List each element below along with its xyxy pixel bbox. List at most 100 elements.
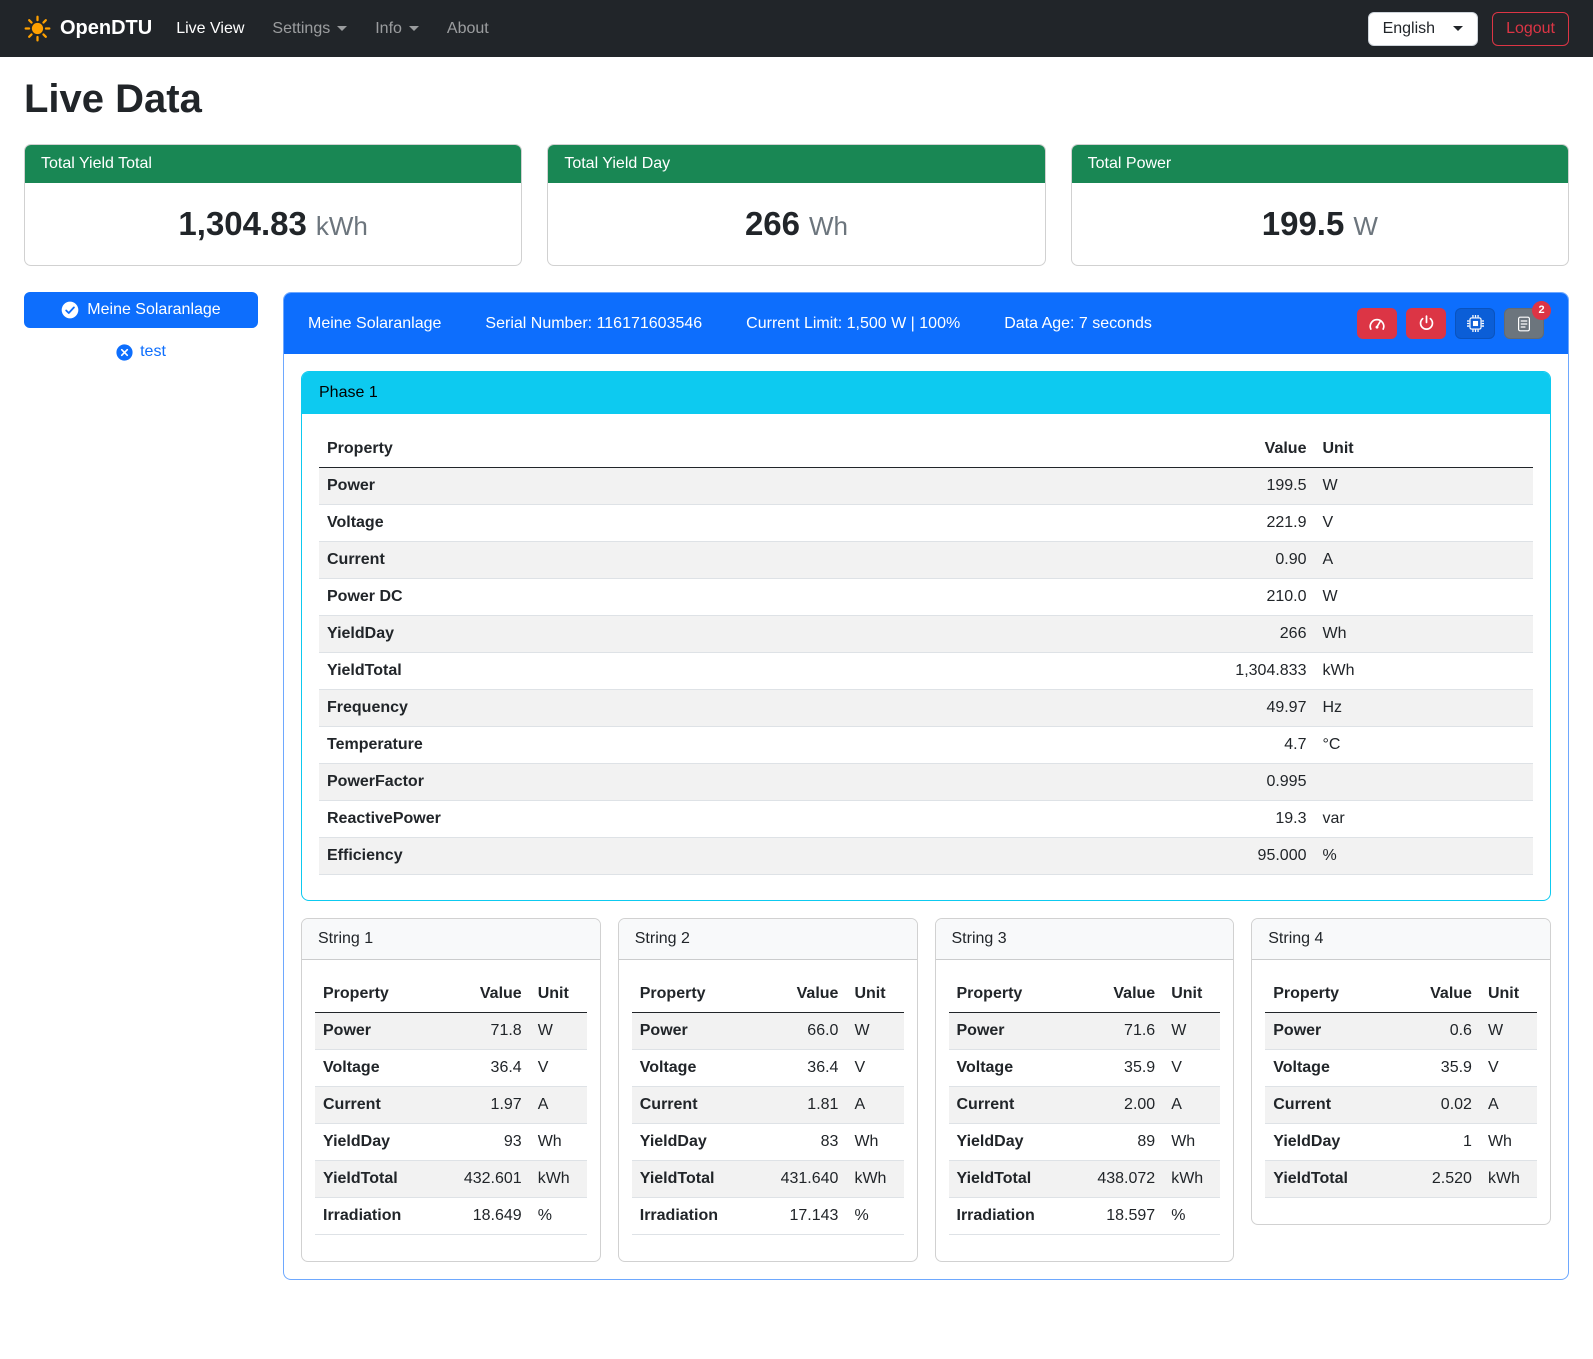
row-value: 1,304.833 [1072, 653, 1315, 690]
summary-card-title: Total Yield Day [548, 145, 1044, 183]
inverter-serial: Serial Number: 116171603546 [485, 315, 702, 333]
row-property: Current [949, 1087, 1077, 1124]
column-header-value: Value [443, 976, 530, 1013]
row-value: 36.4 [443, 1050, 530, 1087]
inverter-panel: Meine Solaranlage Serial Number: 1161716… [283, 292, 1569, 1280]
table-row: Current2.00A [949, 1087, 1221, 1124]
row-property: PowerFactor [319, 764, 1072, 801]
row-unit: V [1163, 1050, 1220, 1087]
nav-item-info[interactable]: Info [375, 20, 419, 38]
event-log-button[interactable]: 2 [1504, 308, 1544, 339]
row-property: Power [315, 1013, 443, 1050]
row-unit: % [1314, 838, 1533, 875]
language-selected-value: English [1383, 20, 1435, 38]
row-unit: Wh [1480, 1124, 1537, 1161]
table-row: YieldDay93Wh [315, 1124, 587, 1161]
row-property: Current [315, 1087, 443, 1124]
row-unit: kWh [1314, 653, 1533, 690]
inverter-actions: 2 [1357, 308, 1544, 339]
nav-links: Live View Settings Info About [176, 20, 1343, 38]
table-header-row: PropertyValueUnit [632, 976, 904, 1013]
column-header-unit: Unit [1480, 976, 1537, 1013]
table-row: YieldDay1Wh [1265, 1124, 1537, 1161]
row-property: YieldTotal [315, 1161, 443, 1198]
row-property: Irradiation [949, 1198, 1077, 1235]
nav-right: English Logout [1368, 12, 1569, 46]
table-row: YieldTotal2.520kWh [1265, 1161, 1537, 1198]
summary-value: 199.5 [1262, 205, 1345, 242]
nav-item-label: Info [375, 20, 402, 38]
row-property: YieldDay [319, 616, 1072, 653]
row-property: YieldTotal [1265, 1161, 1393, 1198]
row-unit: Wh [846, 1124, 903, 1161]
row-property: ReactivePower [319, 801, 1072, 838]
row-value: 35.9 [1076, 1050, 1163, 1087]
row-unit: W [1163, 1013, 1220, 1050]
row-property: YieldTotal [319, 653, 1072, 690]
inverter-sidebar: Meine Solaranlage test [24, 292, 258, 361]
row-property: Voltage [949, 1050, 1077, 1087]
page-container: Live Data Total Yield Total 1,304.83kWh … [0, 77, 1593, 1304]
row-value: 18.597 [1076, 1198, 1163, 1235]
row-unit: A [1163, 1087, 1220, 1124]
row-unit: Wh [1314, 616, 1533, 653]
row-unit: var [1314, 801, 1533, 838]
row-property: Power DC [319, 579, 1072, 616]
row-value: 1.81 [759, 1087, 846, 1124]
x-circle-icon [116, 344, 133, 361]
row-property: Voltage [632, 1050, 760, 1087]
column-header-unit: Unit [846, 976, 903, 1013]
row-unit: A [1480, 1087, 1537, 1124]
row-property: Efficiency [319, 838, 1072, 875]
summary-value: 1,304.83 [178, 205, 306, 242]
row-value: 221.9 [1072, 505, 1315, 542]
table-row: PowerFactor0.995 [319, 764, 1533, 801]
sidebar-item-meine-solaranlage[interactable]: Meine Solaranlage [24, 292, 258, 328]
summary-card-title: Total Power [1072, 145, 1568, 183]
string-2-card: String 2 PropertyValueUnitPower66.0WVolt… [618, 918, 918, 1262]
phase-table: PropertyValueUnitPower199.5WVoltage221.9… [319, 431, 1533, 875]
limit-settings-button[interactable] [1357, 308, 1397, 339]
column-header-value: Value [1072, 431, 1315, 468]
language-select[interactable]: English [1368, 12, 1478, 46]
nav-item-settings[interactable]: Settings [272, 20, 347, 38]
table-row: Current1.97A [315, 1087, 587, 1124]
total-yield-total-card: Total Yield Total 1,304.83kWh [24, 144, 522, 266]
table-row: YieldDay89Wh [949, 1124, 1221, 1161]
table-row: Power199.5W [319, 468, 1533, 505]
row-unit: V [530, 1050, 587, 1087]
sidebar-item-test[interactable]: test [24, 343, 258, 361]
table-row: YieldTotal1,304.833kWh [319, 653, 1533, 690]
row-value: 89 [1076, 1124, 1163, 1161]
column-header-property: Property [632, 976, 760, 1013]
table-row: Power0.6W [1265, 1013, 1537, 1050]
strings-row: String 1 PropertyValueUnitPower71.8WVolt… [301, 918, 1551, 1262]
brand[interactable]: OpenDTU [24, 15, 152, 42]
row-property: Power [949, 1013, 1077, 1050]
table-row: Irradiation17.143% [632, 1198, 904, 1235]
column-header-value: Value [759, 976, 846, 1013]
summary-unit: Wh [809, 211, 848, 241]
string-table: PropertyValueUnitPower0.6WVoltage35.9VCu… [1265, 976, 1537, 1198]
check-circle-icon [61, 301, 79, 319]
summary-card-title: Total Yield Total [25, 145, 521, 183]
column-header-unit: Unit [1314, 431, 1533, 468]
total-power-card: Total Power 199.5W [1071, 144, 1569, 266]
power-toggle-button[interactable] [1406, 308, 1446, 339]
nav-item-live-view[interactable]: Live View [176, 20, 244, 38]
row-property: Power [1265, 1013, 1393, 1050]
row-value: 431.640 [759, 1161, 846, 1198]
nav-item-about[interactable]: About [447, 20, 489, 38]
device-info-button[interactable] [1455, 308, 1495, 339]
table-row: YieldTotal432.601kWh [315, 1161, 587, 1198]
column-header-unit: Unit [530, 976, 587, 1013]
row-property: Voltage [319, 505, 1072, 542]
table-row: Current1.81A [632, 1087, 904, 1124]
row-value: 266 [1072, 616, 1315, 653]
logout-button[interactable]: Logout [1492, 12, 1569, 46]
row-value: 0.02 [1393, 1087, 1480, 1124]
phase-card-title: Phase 1 [302, 372, 1550, 414]
row-property: Temperature [319, 727, 1072, 764]
gauge-icon [1368, 315, 1386, 333]
row-unit: kWh [530, 1161, 587, 1198]
